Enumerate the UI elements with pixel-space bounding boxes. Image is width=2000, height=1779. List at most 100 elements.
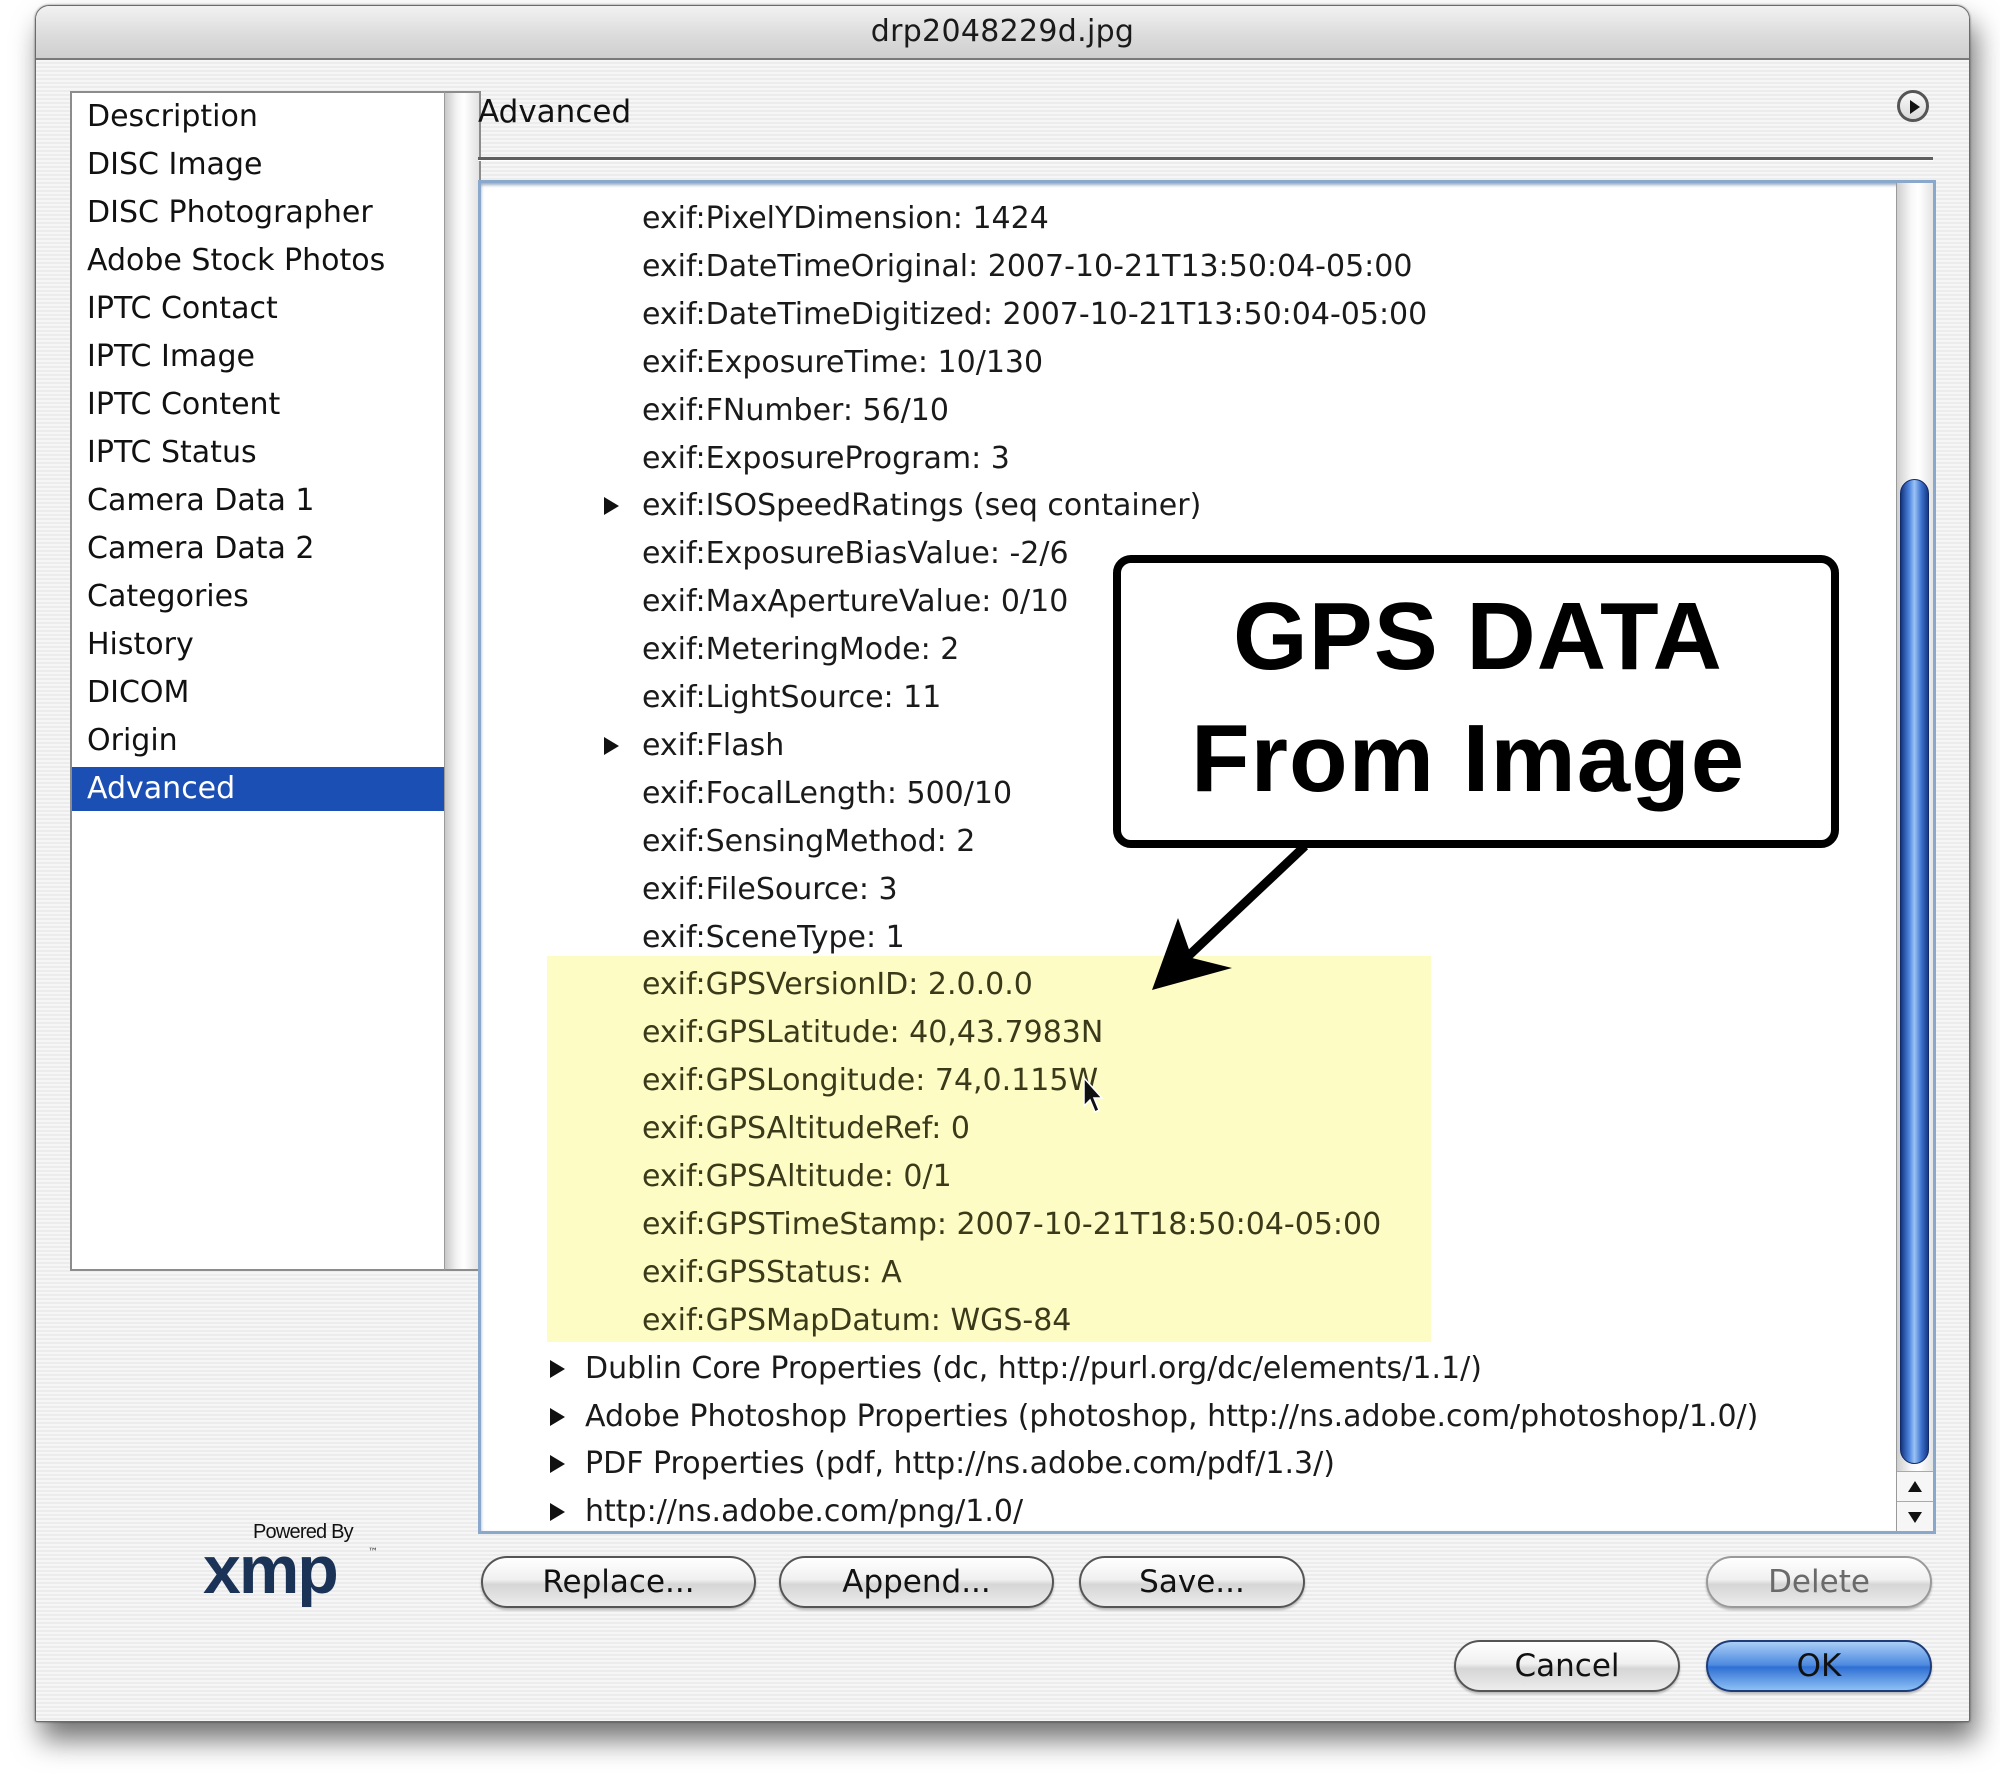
row-text: Dublin Core Properties (dc, http://purl.… xyxy=(585,1350,1482,1386)
category-list-scrollbar[interactable] xyxy=(444,91,481,1271)
tree-scrollbar[interactable] xyxy=(1896,183,1933,1531)
namespace-row[interactable]: http://ns.adobe.com/png/1.0/ xyxy=(550,1490,1024,1531)
sidebar-item-dicom[interactable]: DICOM xyxy=(72,671,444,715)
gps-property-row: exif:GPSStatus: A xyxy=(642,1251,902,1295)
row-text: exif:FocalLength: 500/10 xyxy=(642,775,1013,811)
scroll-thumb[interactable] xyxy=(1900,479,1929,1464)
gps-property-row: exif:GPSTimeStamp: 2007-10-21T18:50:04-0… xyxy=(642,1203,1381,1247)
row-text: exif:GPSTimeStamp: 2007-10-21T18:50:04-0… xyxy=(642,1206,1382,1242)
callout-line-2: From Image xyxy=(1191,705,1746,812)
row-text: exif:FileSource: 3 xyxy=(642,871,898,907)
section-title: Advanced xyxy=(478,94,632,130)
property-row: exif:PixelYDimension: 1424 xyxy=(642,197,1049,241)
property-row: exif:ExposureProgram: 3 xyxy=(642,437,1010,481)
gps-property-row: exif:GPSLatitude: 40,43.7983N xyxy=(642,1011,1103,1055)
ok-button[interactable]: OK xyxy=(1706,1640,1932,1692)
property-row: exif:ExposureTime: 10/130 xyxy=(642,341,1043,385)
row-text: exif:GPSStatus: A xyxy=(642,1254,902,1290)
metadata-dialog: drp2048229d.jpg Description DISC Image DIS… xyxy=(35,5,1970,1722)
row-text: http://ns.adobe.com/png/1.0/ xyxy=(585,1494,1024,1530)
sidebar-item-iptc-contact[interactable]: IPTC Contact xyxy=(72,287,444,331)
row-text: exif:SceneType: 1 xyxy=(642,919,905,955)
row-text: exif:MaxApertureValue: 0/10 xyxy=(642,584,1069,620)
row-text: exif:GPSAltitude: 0/1 xyxy=(642,1159,952,1194)
gps-callout-box: GPS DATA From Image xyxy=(1113,555,1839,848)
row-text: exif:DateTimeOriginal: 2007-10-21T13:50:… xyxy=(642,248,1413,284)
gps-property-row: exif:GPSAltitudeRef: 0 xyxy=(642,1107,970,1151)
property-row: exif:FNumber: 56/10 xyxy=(642,389,949,433)
row-text: exif:PixelYDimension: 1424 xyxy=(642,201,1049,236)
arrow-up-icon[interactable] xyxy=(1897,1471,1933,1504)
gps-property-row: exif:GPSLongitude: 74,0.115W xyxy=(642,1059,1098,1103)
disclosure-triangle-icon[interactable] xyxy=(550,1503,565,1522)
row-text: exif:GPSMapDatum: WGS-84 xyxy=(642,1302,1072,1338)
disclosure-triangle-icon[interactable] xyxy=(550,1407,565,1426)
property-row: exif:DateTimeOriginal: 2007-10-21T13:50:… xyxy=(642,245,1412,289)
category-list: Description DISC Image DISC Photographer Ad… xyxy=(70,91,444,1271)
row-text: exif:LightSource: 11 xyxy=(642,680,942,715)
row-text: exif:DateTimeDigitized: 2007-10-21T13:50… xyxy=(642,296,1428,332)
sidebar-item-adobe-stock-photos[interactable]: Adobe Stock Photos xyxy=(72,239,444,283)
row-text: exif:GPSLongitude: 74,0.115W xyxy=(642,1063,1099,1099)
property-row: exif:DateTimeDigitized: 2007-10-21T13:50… xyxy=(642,293,1427,337)
xmp-logo: Powered By xmp ™ xyxy=(201,1521,386,1611)
mouse-cursor-icon xyxy=(1083,1076,1104,1114)
namespace-row[interactable]: PDF Properties (pdf, http://ns.adobe.com… xyxy=(550,1442,1335,1486)
gps-property-row: exif:GPSMapDatum: WGS-84 xyxy=(642,1299,1071,1343)
row-text: PDF Properties (pdf, http://ns.adobe.com… xyxy=(585,1446,1335,1482)
sidebar-item-advanced[interactable]: Advanced xyxy=(72,767,444,811)
cancel-button[interactable]: Cancel xyxy=(1454,1640,1680,1692)
delete-button[interactable]: Delete xyxy=(1706,1556,1932,1608)
circle-play-icon xyxy=(1910,100,1920,114)
property-row: exif:SceneType: 1 xyxy=(642,916,905,960)
row-text: exif:MeteringMode: 2 xyxy=(642,632,960,668)
property-row[interactable]: exif:ISOSpeedRatings (seq container) xyxy=(604,484,1202,528)
property-row: exif:FocalLength: 500/10 xyxy=(642,772,1012,816)
replace-button[interactable]: Replace... xyxy=(481,1556,756,1608)
disclosure-triangle-icon[interactable] xyxy=(604,497,619,516)
row-text: exif:Flash xyxy=(642,727,785,763)
sidebar-item-history[interactable]: History xyxy=(72,623,444,667)
property-row: exif:FileSource: 3 xyxy=(642,868,898,912)
window-title: drp2048229d.jpg xyxy=(870,14,1135,49)
sidebar-item-description[interactable]: Description xyxy=(72,95,444,139)
sidebar-item-camera-data-2[interactable]: Camera Data 2 xyxy=(72,527,444,571)
sidebar-item-disc-photographer[interactable]: DISC Photographer xyxy=(72,191,444,235)
sidebar-item-camera-data-1[interactable]: Camera Data 1 xyxy=(72,479,444,523)
property-row: exif:SensingMethod: 2 xyxy=(642,820,975,864)
disclosure-triangle-icon[interactable] xyxy=(550,1455,565,1474)
disclosure-triangle-icon[interactable] xyxy=(604,736,619,755)
xmp-wordmark: xmp xyxy=(203,1532,339,1608)
gps-property-row: exif:GPSVersionID: 2.0.0.0 xyxy=(642,963,1033,1007)
property-row: exif:MaxApertureValue: 0/10 xyxy=(642,580,1068,624)
sidebar-item-iptc-image[interactable]: IPTC Image xyxy=(72,335,444,379)
row-text: exif:ExposureTime: 10/130 xyxy=(642,344,1044,380)
gps-property-row: exif:GPSAltitude: 0/1 xyxy=(642,1155,952,1199)
sidebar-item-iptc-status[interactable]: IPTC Status xyxy=(72,431,444,475)
sidebar-item-iptc-content[interactable]: IPTC Content xyxy=(72,383,444,427)
arrow-down-icon[interactable] xyxy=(1897,1501,1933,1531)
row-text: exif:ISOSpeedRatings (seq container) xyxy=(642,488,1202,524)
title-bar: drp2048229d.jpg xyxy=(36,6,1969,60)
row-text: exif:SensingMethod: 2 xyxy=(642,823,976,859)
save-button[interactable]: Save... xyxy=(1079,1556,1305,1608)
panel-menu-button[interactable] xyxy=(1897,90,1929,122)
row-text: exif:GPSLatitude: 40,43.7983N xyxy=(642,1015,1104,1051)
property-row: exif:ExposureBiasValue: -2/6 xyxy=(642,532,1069,576)
header-divider xyxy=(478,157,1933,161)
row-text: exif:FNumber: 56/10 xyxy=(642,392,949,428)
append-button[interactable]: Append... xyxy=(779,1556,1054,1608)
property-row: exif:LightSource: 11 xyxy=(642,676,941,720)
property-row: exif:MeteringMode: 2 xyxy=(642,628,959,672)
row-text: exif:GPSVersionID: 2.0.0.0 xyxy=(642,967,1033,1003)
namespace-row[interactable]: Adobe Photoshop Properties (photoshop, h… xyxy=(550,1395,1758,1439)
sidebar-item-disc-image[interactable]: DISC Image xyxy=(72,143,444,187)
sidebar-item-origin[interactable]: Origin xyxy=(72,719,444,763)
disclosure-triangle-icon[interactable] xyxy=(550,1359,565,1378)
sidebar-item-categories[interactable]: Categories xyxy=(72,575,444,619)
property-row[interactable]: exif:Flash xyxy=(604,724,785,768)
namespace-row[interactable]: Dublin Core Properties (dc, http://purl.… xyxy=(550,1347,1482,1391)
trademark-symbol: ™ xyxy=(368,1547,378,1558)
row-text: exif:ExposureBiasValue: -2/6 xyxy=(642,536,1069,572)
callout-arrow-icon xyxy=(1152,842,1309,990)
